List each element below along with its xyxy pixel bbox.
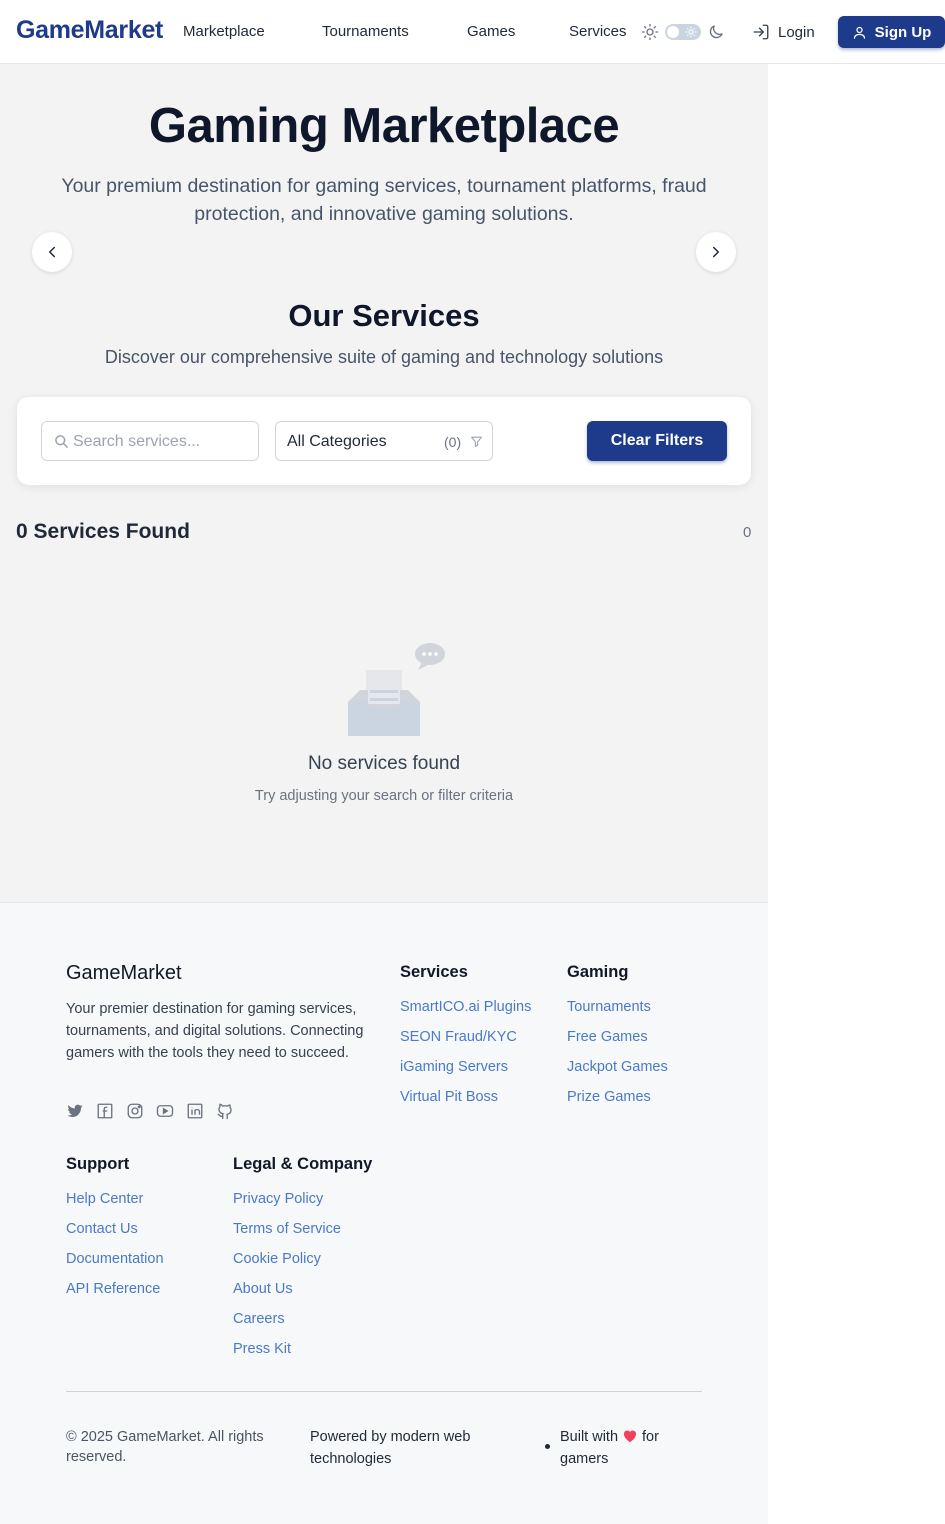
empty-state-subtitle: Try adjusting your search or filter crit… xyxy=(254,788,514,804)
footer-support-links: Help Center Contact Us Documentation API… xyxy=(66,1189,164,1309)
footer-link-virtual-pit-boss[interactable]: Virtual Pit Boss xyxy=(400,1087,531,1117)
nav-services[interactable]: Services xyxy=(569,23,627,40)
footer-link-seon[interactable]: SEON Fraud/KYC xyxy=(400,1027,531,1057)
github-icon[interactable] xyxy=(216,1102,234,1120)
sun-icon xyxy=(641,23,659,41)
results-heading: 0 Services Found xyxy=(16,520,190,543)
chevron-right-icon xyxy=(713,246,719,258)
footer: GameMarket Your premier destination for … xyxy=(0,902,768,1524)
linkedin-icon[interactable] xyxy=(186,1102,204,1120)
footer-link-free-games[interactable]: Free Games xyxy=(567,1027,668,1057)
copyright: © 2025 GameMarket. All rights reserved. xyxy=(66,1429,264,1465)
footer-legal-links: Privacy Policy Terms of Service Cookie P… xyxy=(233,1189,341,1369)
footer-brand: GameMarket xyxy=(66,962,182,984)
heart-icon xyxy=(624,1430,637,1443)
carousel-next-button[interactable] xyxy=(696,232,736,272)
footer-link-help-center[interactable]: Help Center xyxy=(66,1189,164,1219)
search-icon xyxy=(55,435,68,448)
toggle-knob xyxy=(667,26,679,38)
footer-support-title: Support xyxy=(66,1155,130,1173)
page-title: Gaming Marketplace xyxy=(148,99,620,153)
moon-icon xyxy=(709,25,723,39)
nav-tournaments[interactable]: Tournaments xyxy=(322,23,409,40)
signup-label: Sign Up xyxy=(874,23,932,41)
footer-link-terms[interactable]: Terms of Service xyxy=(233,1219,341,1249)
built-with: Built with for gamers xyxy=(560,1426,680,1470)
logo[interactable]: GameMarket xyxy=(16,16,163,45)
filter-panel: All Categories (0) Clear Filters xyxy=(17,397,751,485)
services-heading: Our Services xyxy=(288,298,480,333)
footer-link-jackpot-games[interactable]: Jackpot Games xyxy=(567,1057,668,1087)
user-icon xyxy=(853,26,865,39)
hero-subtitle: Your premium destination for gaming serv… xyxy=(61,175,707,225)
theme-toggle[interactable] xyxy=(665,24,701,40)
clear-filters-button[interactable]: Clear Filters xyxy=(587,421,727,461)
top-navbar: GameMarket Marketplace Tournaments Games… xyxy=(0,0,945,64)
footer-gaming-title: Gaming xyxy=(567,963,629,981)
results-count: 0 xyxy=(743,524,752,541)
carousel-prev-button[interactable] xyxy=(32,232,72,272)
footer-link-documentation[interactable]: Documentation xyxy=(66,1249,164,1279)
footer-link-careers[interactable]: Careers xyxy=(233,1309,341,1339)
separator-dot xyxy=(545,1444,550,1449)
chevron-left-icon xyxy=(49,246,55,258)
footer-services-links: SmartICO.ai Plugins SEON Fraud/KYC iGami… xyxy=(400,997,531,1117)
login-button[interactable]: Login xyxy=(752,20,815,44)
filter-icon xyxy=(471,436,482,447)
footer-legal-title: Legal & Company xyxy=(233,1155,373,1173)
empty-inbox-icon xyxy=(348,643,445,736)
instagram-icon[interactable] xyxy=(126,1102,144,1120)
footer-link-privacy[interactable]: Privacy Policy xyxy=(233,1189,341,1219)
footer-link-about[interactable]: About Us xyxy=(233,1279,341,1309)
footer-link-api-reference[interactable]: API Reference xyxy=(66,1279,164,1309)
category-count: (0) xyxy=(444,434,462,450)
category-select[interactable]: All Categories (0) xyxy=(275,421,493,461)
youtube-icon[interactable] xyxy=(156,1102,174,1120)
toggle-sun-icon xyxy=(685,26,697,38)
twitter-icon[interactable] xyxy=(66,1102,84,1120)
footer-link-igaming-servers[interactable]: iGaming Servers xyxy=(400,1057,531,1087)
main-content: Gaming Marketplace Your premium destinat… xyxy=(0,64,768,902)
empty-state-title: No services found xyxy=(307,753,461,774)
nav-games[interactable]: Games xyxy=(467,23,515,40)
footer-gaming-links: Tournaments Free Games Jackpot Games Pri… xyxy=(567,997,668,1117)
login-icon xyxy=(753,24,769,40)
footer-link-cookies[interactable]: Cookie Policy xyxy=(233,1249,341,1279)
footer-services-title: Services xyxy=(400,963,468,981)
services-subtitle: Discover our comprehensive suite of gami… xyxy=(104,347,664,367)
category-select-value: All Categories xyxy=(287,433,387,450)
footer-link-contact-us[interactable]: Contact Us xyxy=(66,1219,164,1249)
search-input[interactable] xyxy=(73,431,253,453)
signup-button[interactable]: Sign Up xyxy=(838,16,945,48)
search-field[interactable] xyxy=(41,421,259,461)
footer-link-press-kit[interactable]: Press Kit xyxy=(233,1339,341,1369)
footer-link-smartico[interactable]: SmartICO.ai Plugins xyxy=(400,997,531,1027)
login-label: Login xyxy=(778,23,815,41)
built-with-prefix: Built with xyxy=(560,1429,619,1445)
powered-by: Powered by modern web technologies xyxy=(310,1429,471,1467)
footer-link-prize-games[interactable]: Prize Games xyxy=(567,1087,668,1117)
footer-divider xyxy=(66,1391,702,1392)
social-links xyxy=(66,1102,234,1120)
footer-description: Your premier destination for gaming serv… xyxy=(66,1001,364,1061)
facebook-icon[interactable] xyxy=(96,1102,114,1120)
footer-link-tournaments[interactable]: Tournaments xyxy=(567,997,668,1027)
nav-marketplace[interactable]: Marketplace xyxy=(183,23,265,40)
